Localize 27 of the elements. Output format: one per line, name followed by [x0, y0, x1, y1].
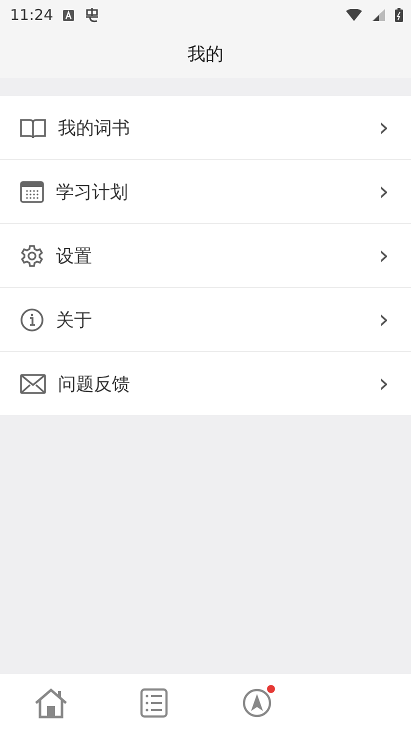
status-time: 11:24: [10, 6, 54, 24]
home-icon: [34, 687, 68, 719]
chevron-icon: ›: [378, 242, 389, 268]
list-icon: [140, 688, 168, 718]
tab-button[interactable]: [140, 688, 168, 718]
menu-item[interactable]: 设置 ›: [0, 224, 411, 288]
menu-item[interactable]: 问题反馈 ›: [0, 352, 411, 415]
notification-icon: [63, 10, 74, 20]
mail-icon: [20, 374, 46, 394]
signal-icon: [372, 9, 385, 21]
battery-icon: [395, 8, 403, 22]
tab-button[interactable]: [34, 687, 68, 719]
navigation-icon: [242, 688, 272, 718]
calendar-icon: [20, 180, 44, 202]
chevron-icon: ›: [378, 370, 389, 396]
settings-icon: [20, 244, 44, 268]
page-title: 我的: [186, 43, 224, 67]
chevron-icon: ›: [378, 178, 389, 204]
menu-item[interactable]: 学习计划 ›: [0, 160, 411, 224]
wifi-icon: [346, 9, 362, 21]
menu-item[interactable]: 关于 ›: [0, 288, 411, 352]
tab-button[interactable]: [242, 688, 272, 718]
menu-item[interactable]: 我的词书 ›: [0, 96, 411, 160]
book-icon: [20, 116, 46, 138]
info-icon: [20, 308, 44, 332]
chevron-icon: ›: [378, 114, 389, 140]
chevron-icon: ›: [378, 306, 389, 332]
